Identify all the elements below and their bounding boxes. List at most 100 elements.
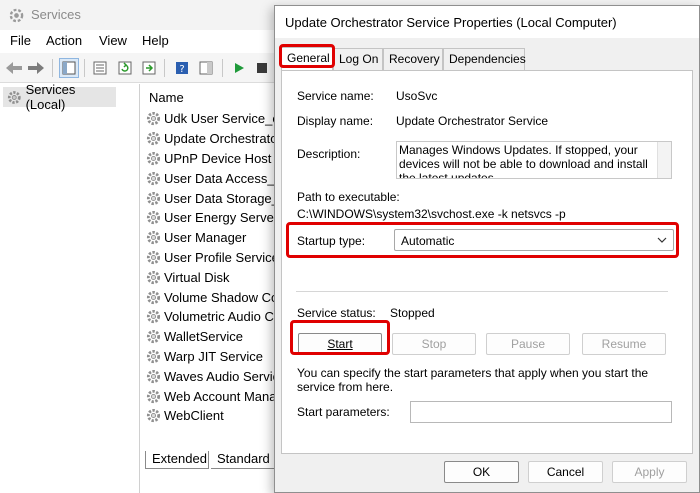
stop-service-button[interactable] [252,58,272,78]
pause-button[interactable]: Pause [486,333,570,355]
help-icon: ? [176,62,188,75]
forward-icon [28,62,44,74]
description-text: Manages Windows Updates. If stopped, you… [399,143,648,179]
show-tree-button[interactable] [59,58,79,78]
resume-button-label: Resume [601,337,647,351]
service-name: Waves Audio Servic [164,368,280,384]
service-status-value: Stopped [390,306,435,320]
gear-icon [146,409,161,423]
service-name: User Energy Server S [164,210,291,226]
properties-button[interactable] [90,58,110,78]
start-params-label: Start parameters: [297,405,390,419]
service-row[interactable]: Udk User Service_e5 [146,109,290,129]
apply-button[interactable]: Apply [612,461,687,483]
service-row[interactable]: User Profile Service [146,248,290,268]
service-row[interactable]: User Data Storage_e [146,188,290,208]
gear-icon [146,231,161,245]
ok-button[interactable]: OK [444,461,519,483]
action-pane-icon [199,61,213,75]
resume-button[interactable]: Resume [582,333,666,355]
section-divider [296,291,668,292]
startup-type-select[interactable]: Automatic [394,229,674,251]
service-row[interactable]: User Manager [146,228,290,248]
service-row[interactable]: Warp JIT Service [146,347,290,367]
tab-dependencies[interactable]: Dependencies [443,48,526,70]
service-name: Virtual Disk [164,269,230,285]
service-row[interactable]: WebClient [146,406,290,426]
start-service-button[interactable] [229,58,249,78]
tab-extended[interactable]: Extended [145,451,209,469]
properties-icon [93,61,107,75]
column-header-name[interactable]: Name [149,90,184,105]
service-name-value: UsoSvc [396,89,438,103]
service-name: UPnP Device Host [164,150,272,166]
refresh-button[interactable] [115,58,135,78]
export-icon [142,61,156,75]
menu-action[interactable]: Action [46,33,82,48]
service-row[interactable]: User Energy Server S [146,208,290,228]
back-button[interactable] [4,58,24,78]
service-row[interactable]: Volume Shadow Co [146,287,290,307]
services-app-icon [9,8,24,23]
menu-file[interactable]: File [10,33,31,48]
ok-button-label: OK [472,465,491,479]
gear-icon [146,369,161,383]
service-name: Update Orchestrator [164,131,282,147]
service-row[interactable]: User Data Access_e5 [146,168,290,188]
description-box[interactable]: Manages Windows Updates. If stopped, you… [396,141,672,179]
service-name: User Manager [164,230,247,246]
service-name: WebClient [164,408,224,424]
gear-icon [146,310,161,324]
gear-icon [146,151,161,166]
console-tree: Services (Local) [0,82,140,493]
service-name: Warp JIT Service [164,348,263,364]
help-button[interactable]: ? [172,58,192,78]
tree-item-label: Services (Local) [25,82,76,112]
tab-log-on[interactable]: Log On [333,48,383,70]
menu-help[interactable]: Help [142,33,169,48]
stop-button-label: Stop [421,337,447,351]
tree-item-services-local[interactable]: Services (Local) [3,82,116,112]
gear-icon [146,349,161,364]
service-row[interactable]: WalletService [146,327,290,347]
tab-recovery[interactable]: Recovery [383,48,443,70]
dialog-title: Update Orchestrator Service Properties (… [285,15,617,30]
general-tab-panel: Service name: UsoSvc Display name: Updat… [281,70,693,454]
stop-button[interactable]: Stop [392,333,476,355]
service-row[interactable]: Virtual Disk [146,267,290,287]
gear-icon [146,250,161,265]
service-row[interactable]: Update Orchestrator [146,129,290,149]
apply-button-label: Apply [634,465,665,479]
service-name: Volumetric Audio C [164,309,274,325]
service-row[interactable]: UPnP Device Host [146,149,290,169]
tab-general[interactable]: General [281,47,333,71]
dialog-titlebar: Update Orchestrator Service Properties (… [275,6,699,38]
service-name: User Profile Service [164,249,279,265]
start-params-input[interactable] [410,401,672,423]
service-name: Udk User Service_e5 [164,111,287,127]
description-scrollbar[interactable] [657,142,671,178]
pause-button-label: Pause [510,337,546,351]
window-title: Services [31,7,81,22]
service-row[interactable]: Web Account Mana [146,386,290,406]
display-name-label: Display name: [297,114,374,128]
gear-icon [146,270,161,284]
cancel-button[interactable]: Cancel [528,461,603,483]
gear-icon [146,389,161,403]
startup-type-label: Startup type: [297,234,366,248]
cancel-button-label: Cancel [546,465,585,479]
gear-icon [7,90,21,104]
tab-standard[interactable]: Standard [211,451,275,469]
start-button[interactable]: Start [298,333,382,355]
forward-button[interactable] [26,58,46,78]
path-label: Path to executable: [297,190,400,204]
action-pane-button[interactable] [196,58,216,78]
service-row[interactable]: Waves Audio Servic [146,366,290,386]
service-name: User Data Storage_e [164,190,287,206]
service-row[interactable]: Volumetric Audio C [146,307,290,327]
menu-view[interactable]: View [99,33,127,48]
chevron-down-icon [657,237,667,243]
export-button[interactable] [139,58,159,78]
service-name: Volume Shadow Co [164,289,279,305]
gear-icon [146,290,161,304]
